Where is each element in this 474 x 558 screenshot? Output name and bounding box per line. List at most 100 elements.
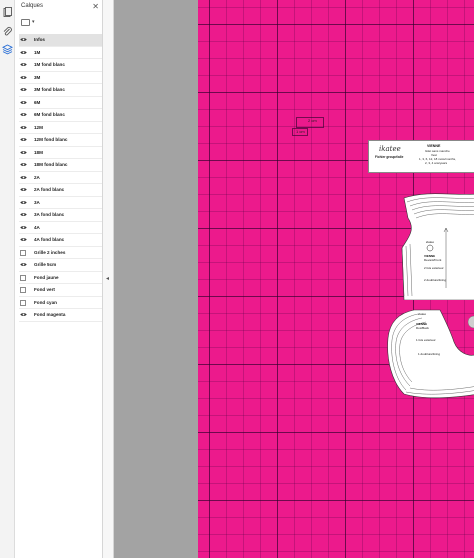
layers-icon[interactable] <box>2 44 13 55</box>
visibility-checkbox[interactable] <box>20 287 26 293</box>
layer-label: 3M <box>34 74 41 80</box>
eye-icon[interactable] <box>20 150 27 155</box>
page-thumbnails-icon[interactable] <box>2 7 13 18</box>
back-qty-outer: 1 fois extérieur <box>416 338 436 342</box>
layer-label: 3M fond blanc <box>34 87 65 92</box>
layer-row[interactable]: Fond cyan <box>19 297 102 309</box>
layer-row[interactable]: 2A <box>19 172 102 184</box>
eye-icon[interactable] <box>20 62 27 67</box>
eye-icon[interactable] <box>20 37 27 42</box>
side-tool-rail <box>0 0 15 558</box>
layer-row[interactable]: Fond jaune <box>19 272 102 284</box>
layer-row[interactable]: Fond magenta <box>19 309 102 322</box>
brand-signature: ikatee <box>379 145 401 153</box>
pattern-piece-front: ikatee VIENNE Devant/Front 2 fois extéri… <box>398 188 474 301</box>
layer-label: 18M fond blanc <box>34 162 68 167</box>
front-qty-outer: 2 fois extérieur <box>424 266 444 270</box>
eye-icon[interactable] <box>20 75 27 80</box>
eye-icon[interactable] <box>20 50 27 55</box>
layer-row[interactable]: Fond vert <box>19 284 102 297</box>
panel-collapse-handle[interactable]: ◂ <box>103 0 114 558</box>
eye-icon[interactable] <box>20 87 27 92</box>
pattern-name: VIENNE <box>427 144 441 148</box>
attachment-icon[interactable] <box>2 26 13 37</box>
layer-label: 4A fond blanc <box>34 237 65 242</box>
layer-label: 1M <box>34 49 41 55</box>
pattern-front-outline <box>401 193 474 301</box>
layer-row[interactable]: 3M <box>19 72 102 84</box>
pattern-title-block: ikatee VIENNE Gilet sans manche Vest 1, … <box>368 140 474 173</box>
layer-label: 2A fond blanc <box>34 187 65 192</box>
layer-row[interactable]: 3A fond blanc <box>19 209 102 222</box>
eye-icon[interactable] <box>20 212 27 217</box>
back-qty-lining: 1 doublure/lining <box>418 352 441 356</box>
back-brand: ikatee <box>418 312 427 316</box>
visibility-checkbox[interactable] <box>20 249 26 256</box>
layer-label: 3A fond blanc <box>34 212 65 217</box>
layers-panel: Calques ✕ ▾ Infos 1M 1M fond blanc 3M 3M fon… <box>15 0 103 558</box>
eye-icon[interactable] <box>20 237 27 242</box>
layer-label: Fond vert <box>34 287 55 292</box>
back-note: Dos/Back <box>416 326 429 330</box>
scale-label-2cm: 2 cm <box>308 118 317 123</box>
eye-icon[interactable] <box>20 225 27 230</box>
document-viewport[interactable]: 2 cm 1 cm ikatee VIENNE Gilet sans manch… <box>114 0 474 558</box>
layer-label: 18M <box>34 149 43 155</box>
layer-label: Fond cyan <box>34 299 57 305</box>
scale-label-1cm: 1 cm <box>296 129 305 134</box>
close-icon[interactable]: ✕ <box>92 2 99 11</box>
layer-row[interactable]: 18M <box>19 147 102 159</box>
layer-row[interactable]: 4A <box>19 222 102 234</box>
layer-row[interactable]: 1M <box>19 47 102 59</box>
layer-row[interactable]: 2A fond blanc <box>19 184 102 197</box>
layer-row[interactable]: 4A fond blanc <box>19 234 102 247</box>
layer-label: Infos <box>34 37 45 42</box>
visibility-checkbox[interactable] <box>20 299 26 306</box>
layer-options-button[interactable]: ▾ <box>21 17 35 27</box>
panel-title: Calques <box>21 3 44 9</box>
eye-icon[interactable] <box>20 175 27 180</box>
eye-icon[interactable] <box>20 125 27 130</box>
layer-row[interactable]: Infos <box>19 34 102 47</box>
layer-label: 2A <box>34 174 40 180</box>
chevron-left-icon: ◂ <box>106 276 110 282</box>
pattern-sizes-years: 2, 3, 4 ans/years <box>425 161 448 165</box>
options-icon <box>21 18 30 26</box>
layer-row[interactable]: Grille 2 inches <box>19 247 102 259</box>
eye-icon[interactable] <box>20 200 27 205</box>
pdf-page: 2 cm 1 cm ikatee VIENNE Gilet sans manch… <box>198 0 474 558</box>
visibility-checkbox[interactable] <box>20 274 26 281</box>
layer-label: 12M fond blanc <box>34 137 68 142</box>
front-brand: ikatee <box>426 240 435 244</box>
layer-label: Fond jaune <box>34 274 59 280</box>
pattern-piece-back: ikatee VIENNE Dos/Back 1 fois extérieur … <box>384 304 474 402</box>
front-qty-lining: 2 doublure/lining <box>424 278 447 282</box>
layer-label: Fond magenta <box>34 312 66 317</box>
chevron-down-icon: ▾ <box>32 19 35 25</box>
layer-row[interactable]: Grille 5cm <box>19 259 102 272</box>
layer-row[interactable]: 6M fond blanc <box>19 109 102 122</box>
layer-row[interactable]: 3M fond blanc <box>19 84 102 97</box>
layer-list: Infos 1M 1M fond blanc 3M 3M fond blanc 6M 6M … <box>19 34 102 322</box>
layer-label: 12M <box>34 124 43 130</box>
layer-label: 4A <box>34 224 40 230</box>
layer-label: 6M <box>34 99 41 105</box>
layer-row[interactable]: 6M <box>19 97 102 109</box>
layer-row[interactable]: 3A <box>19 197 102 209</box>
eye-icon[interactable] <box>20 312 27 317</box>
layer-row[interactable]: 1M fond blanc <box>19 59 102 72</box>
eye-icon[interactable] <box>20 162 27 167</box>
layer-row[interactable]: 12M fond blanc <box>19 134 102 147</box>
panel-header: Calques ✕ <box>15 0 103 15</box>
eye-icon[interactable] <box>20 112 27 117</box>
layer-label: Grille 5cm <box>34 262 57 267</box>
layer-row[interactable]: 18M fond blanc <box>19 159 102 172</box>
pdf-viewer-app: Calques ✕ ▾ Infos 1M 1M fond blanc 3M 3M fon… <box>0 0 474 558</box>
layer-row[interactable]: 12M <box>19 122 102 134</box>
eye-icon[interactable] <box>20 137 27 142</box>
pattern-file-note: Fichier groupé/alle <box>375 155 404 159</box>
layer-label: Grille 2 inches <box>34 249 66 255</box>
eye-icon[interactable] <box>20 262 27 267</box>
eye-icon[interactable] <box>20 100 27 105</box>
eye-icon[interactable] <box>20 187 27 192</box>
